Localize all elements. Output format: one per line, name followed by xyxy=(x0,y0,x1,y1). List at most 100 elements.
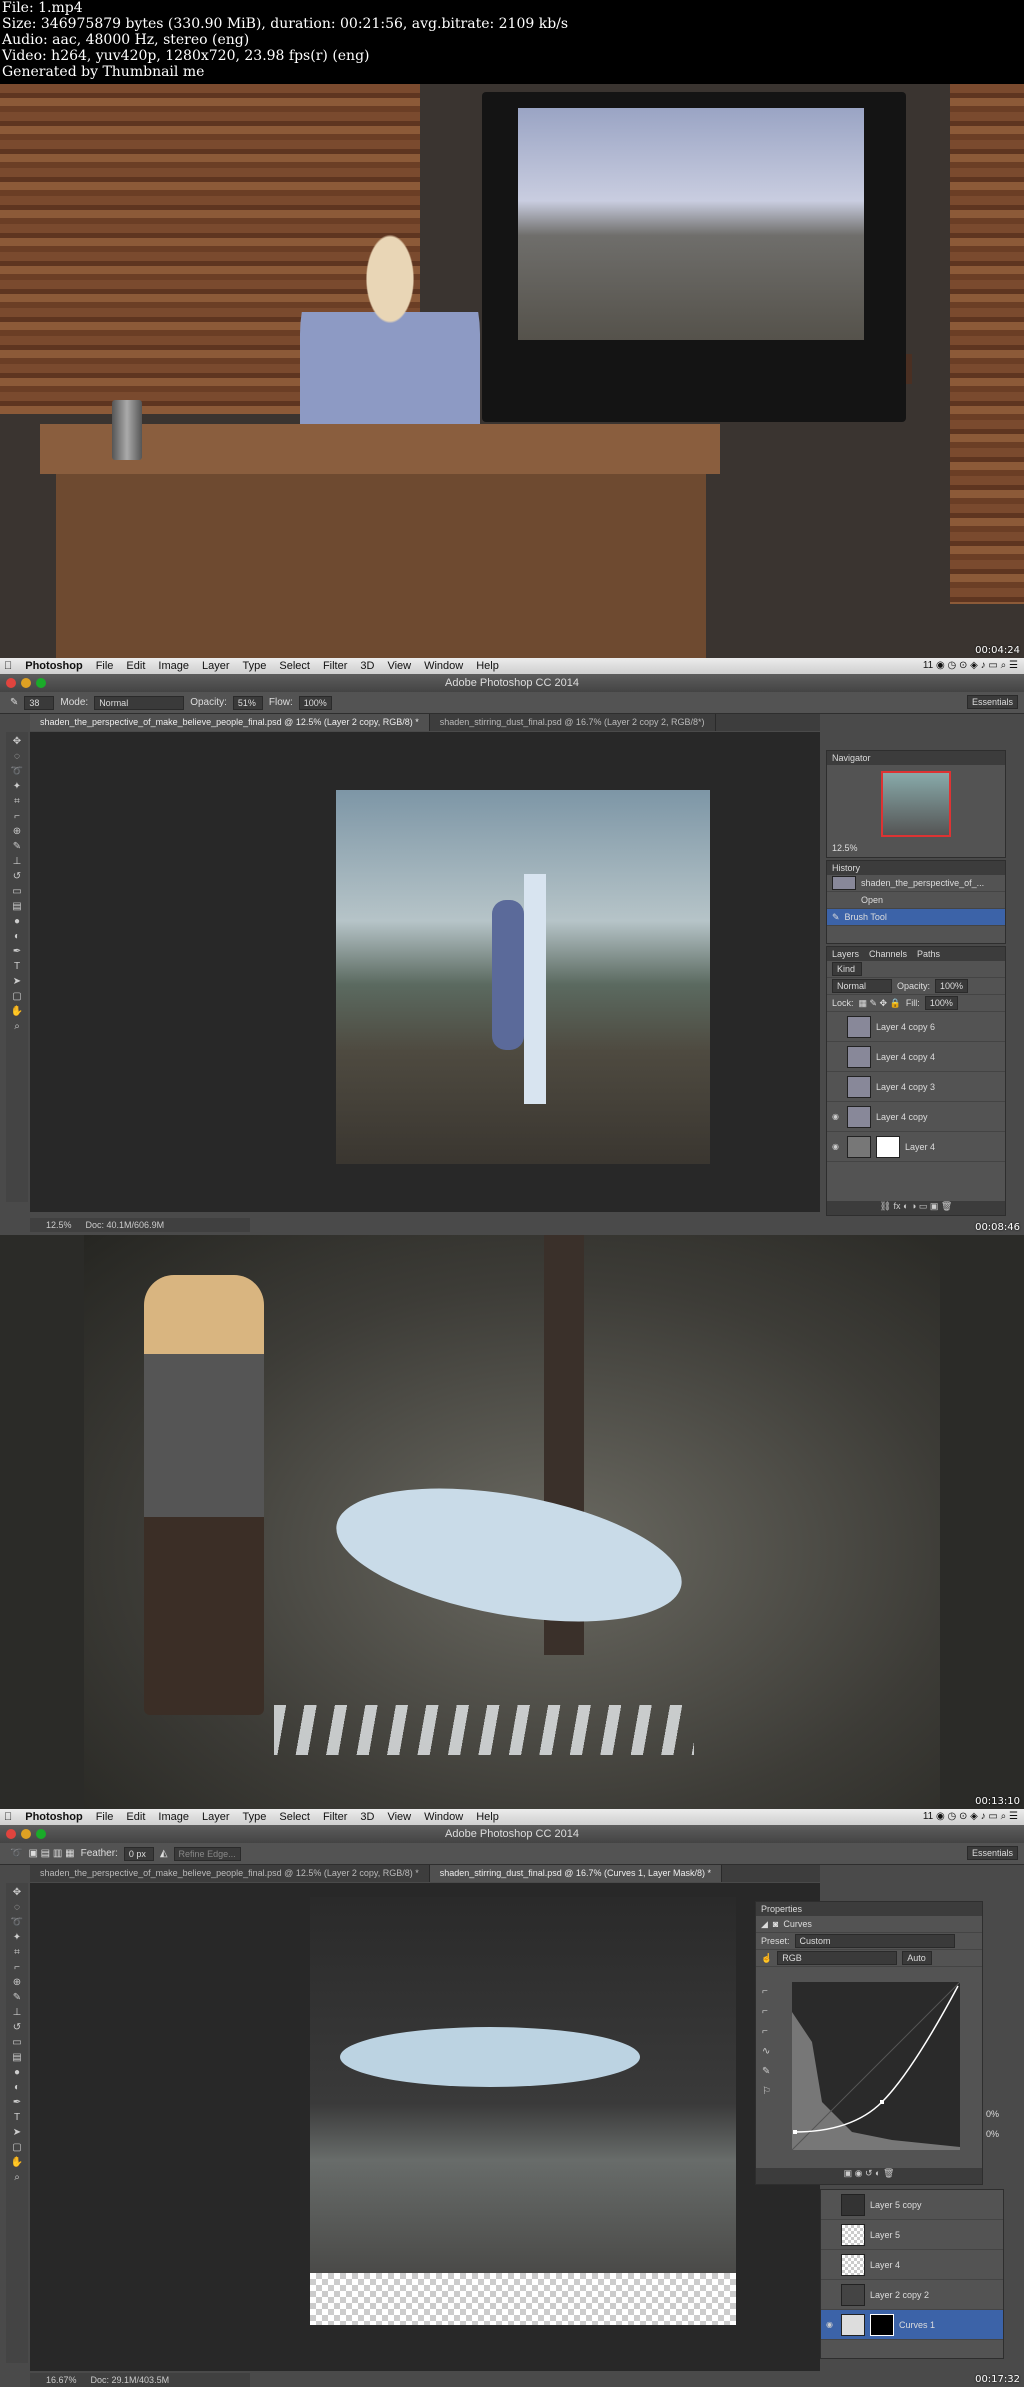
properties-header[interactable]: Properties xyxy=(756,1902,982,1916)
blend-mode-select[interactable]: Normal xyxy=(832,979,892,993)
target-adjust-icon[interactable]: ☝ xyxy=(761,1953,772,1964)
move-tool-icon[interactable]: ✥ xyxy=(13,1887,21,1898)
apple-icon[interactable]:  xyxy=(4,1811,12,1823)
mask-icon[interactable]: ◙ xyxy=(773,1919,778,1929)
marquee-tool-icon[interactable]: ◌ xyxy=(14,751,20,762)
menu-help[interactable]: Help xyxy=(476,660,499,672)
wand-tool-icon[interactable]: ✦ xyxy=(13,1932,21,1943)
menu-app[interactable]: Photoshop xyxy=(25,660,82,672)
fill-field[interactable]: 100% xyxy=(924,996,958,1010)
eye-icon[interactable]: ◉ xyxy=(832,1112,842,1121)
layer-mask-thumbnail[interactable] xyxy=(870,2313,894,2336)
layers-footer-icons[interactable]: ⛓ fx ◐ ◑ ▭ ▣ 🗑 xyxy=(827,1201,1005,1215)
kind-filter[interactable]: Kind xyxy=(832,962,862,976)
menu-edit[interactable]: Edit xyxy=(126,660,145,672)
pen-tool-icon[interactable]: ✒ xyxy=(13,946,21,957)
blur-tool-icon[interactable]: ● xyxy=(14,916,20,927)
eyedropper-tool-icon[interactable]: ⌐ xyxy=(14,811,20,822)
crop-tool-icon[interactable]: ⌗ xyxy=(14,1947,20,1958)
tab-document-1[interactable]: shaden_the_perspective_of_make_believe_p… xyxy=(30,714,430,731)
menu-help[interactable]: Help xyxy=(476,1811,499,1823)
layer-mask-thumbnail[interactable] xyxy=(876,1135,900,1158)
menu-image[interactable]: Image xyxy=(158,660,189,672)
canvas-area[interactable] xyxy=(30,1883,820,2371)
menu-view[interactable]: View xyxy=(387,660,411,672)
brush-tool-icon[interactable]: ✎ xyxy=(13,841,21,852)
layer-row[interactable]: ◉ Layer 4 xyxy=(827,1132,1005,1162)
dodge-tool-icon[interactable]: ◐ xyxy=(14,2082,20,2093)
layer-row-selected[interactable]: ◉ Curves 1 xyxy=(821,2310,1003,2340)
menu-select[interactable]: Select xyxy=(279,1811,310,1823)
layer-row[interactable]: ◉ Layer 4 copy xyxy=(827,1102,1005,1132)
refine-edge-button[interactable]: Refine Edge... xyxy=(173,1846,241,1861)
curves-graph[interactable] xyxy=(792,1982,960,2150)
layer-row[interactable]: Layer 4 copy 3 xyxy=(827,1072,1005,1102)
canvas-area[interactable] xyxy=(30,732,820,1212)
eye-icon[interactable]: ◉ xyxy=(832,1142,842,1151)
feather-field[interactable]: 0 px xyxy=(123,1846,154,1861)
doc-size[interactable]: Doc: 40.1M/606.9M xyxy=(86,1220,165,1230)
menu-view[interactable]: View xyxy=(387,1811,411,1823)
workspace-select[interactable]: Essentials xyxy=(966,695,1018,709)
eye-icon[interactable]: ◉ xyxy=(826,2320,836,2329)
menu-layer[interactable]: Layer xyxy=(202,660,230,672)
menu-window[interactable]: Window xyxy=(424,660,463,672)
menu-select[interactable]: Select xyxy=(279,660,310,672)
tab-layers[interactable]: Layers xyxy=(832,947,859,961)
layer-row[interactable]: Layer 2 copy 2 xyxy=(821,2280,1003,2310)
stamp-tool-icon[interactable]: ⊥ xyxy=(13,2007,22,2018)
heal-tool-icon[interactable]: ⊕ xyxy=(13,826,21,837)
type-tool-icon[interactable]: T xyxy=(14,2112,20,2123)
brush-size[interactable]: 38 xyxy=(24,695,55,710)
history-brush-icon[interactable]: ↺ xyxy=(13,2022,21,2033)
minimize-icon[interactable] xyxy=(21,678,31,688)
selection-mode-icons[interactable]: ▣ ▤ ▥ ▦ xyxy=(28,1848,74,1859)
history-item-selected[interactable]: ✎ Brush Tool xyxy=(827,909,1005,926)
navigator-zoom[interactable]: 12.5% xyxy=(827,843,1005,853)
lasso-tool-icon[interactable]: ➰ xyxy=(11,766,23,777)
doc-size[interactable]: Doc: 29.1M/403.5M xyxy=(91,2375,170,2385)
eraser-tool-icon[interactable]: ▭ xyxy=(12,886,21,897)
document-image[interactable] xyxy=(336,790,710,1164)
document-image[interactable] xyxy=(310,1897,736,2273)
zoom-tool-icon[interactable]: ⌕ xyxy=(14,1021,20,1032)
path-tool-icon[interactable]: ➤ xyxy=(13,976,21,987)
dodge-tool-icon[interactable]: ◐ xyxy=(14,931,20,942)
menu-type[interactable]: Type xyxy=(243,1811,267,1823)
menu-filter[interactable]: Filter xyxy=(323,1811,347,1823)
tab-paths[interactable]: Paths xyxy=(917,947,940,961)
zoom-level[interactable]: 16.67% xyxy=(46,2375,77,2385)
marquee-tool-icon[interactable]: ◌ xyxy=(14,1902,20,1913)
type-tool-icon[interactable]: T xyxy=(14,961,20,972)
lasso-tool-icon[interactable]: ➰ xyxy=(10,1848,22,1859)
path-tool-icon[interactable]: ➤ xyxy=(13,2127,21,2138)
auto-button[interactable]: Auto xyxy=(902,1951,933,1965)
brush-tool-icon[interactable]: ✎ xyxy=(13,1992,21,2003)
menu-file[interactable]: File xyxy=(96,1811,114,1823)
layer-row[interactable]: Layer 5 copy xyxy=(821,2190,1003,2220)
apple-icon[interactable]:  xyxy=(4,660,12,672)
menu-type[interactable]: Type xyxy=(243,660,267,672)
workspace-select[interactable]: Essentials xyxy=(966,1846,1018,1860)
menu-window[interactable]: Window xyxy=(424,1811,463,1823)
menu-3d[interactable]: 3D xyxy=(360,1811,374,1823)
properties-footer-icons[interactable]: ▣ ◉ ↺ ◐ 🗑 xyxy=(756,2168,982,2184)
menu-app[interactable]: Photoshop xyxy=(25,1811,82,1823)
eyedropper-tool-icon[interactable]: ⌐ xyxy=(14,1962,20,1973)
channel-select[interactable]: RGB xyxy=(777,1951,898,1965)
zoom-tool-icon[interactable]: ⌕ xyxy=(14,2172,20,2183)
minimize-icon[interactable] xyxy=(21,1829,31,1839)
history-brush-icon[interactable]: ↺ xyxy=(13,871,21,882)
shape-tool-icon[interactable]: ▢ xyxy=(12,2142,21,2153)
zoom-icon[interactable] xyxy=(36,678,46,688)
close-icon[interactable] xyxy=(6,678,16,688)
lock-icons[interactable]: ▦ ✎ ✥ 🔒 xyxy=(859,998,901,1009)
tab-channels[interactable]: Channels xyxy=(869,947,907,961)
shape-tool-icon[interactable]: ▢ xyxy=(12,991,21,1002)
move-tool-icon[interactable]: ✥ xyxy=(13,736,21,747)
pen-tool-icon[interactable]: ✒ xyxy=(13,2097,21,2108)
gradient-tool-icon[interactable]: ▤ xyxy=(12,2052,21,2063)
close-icon[interactable] xyxy=(6,1829,16,1839)
heal-tool-icon[interactable]: ⊕ xyxy=(13,1977,21,1988)
wand-tool-icon[interactable]: ✦ xyxy=(13,781,21,792)
